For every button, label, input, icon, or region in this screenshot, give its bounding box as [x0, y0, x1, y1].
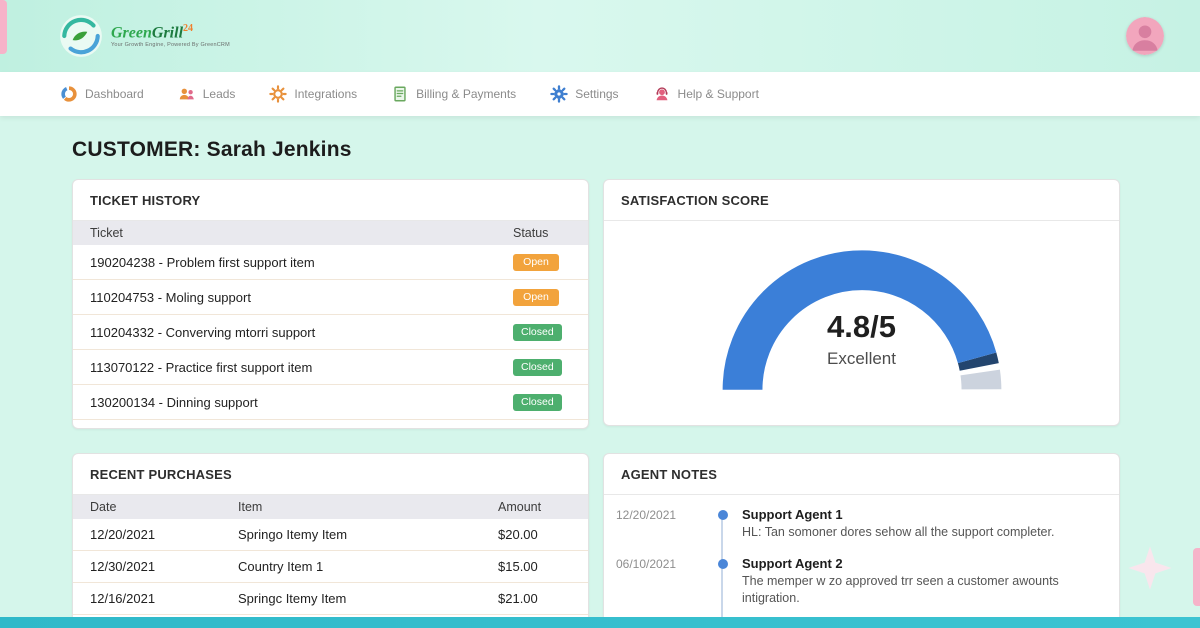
- brand-badge-24: 24: [183, 23, 193, 34]
- nav-dashboard[interactable]: Dashboard: [60, 85, 144, 103]
- agent-note-entry: 06/10/2021 Support Agent 2 The memper w …: [616, 556, 1103, 607]
- leads-icon: [178, 85, 196, 103]
- brand-name-grill: Grill: [152, 24, 183, 41]
- column-header-amount: Amount: [481, 495, 588, 519]
- nav-leads[interactable]: Leads: [178, 85, 236, 103]
- ticket-cell: 110204753 - Moling support: [73, 280, 496, 315]
- integrations-icon: [269, 85, 287, 103]
- status-badge: Open: [513, 254, 559, 272]
- brand-logo-text: GreenGrill24 Your Growth Engine, Powered…: [111, 24, 230, 49]
- nav-label: Leads: [203, 87, 236, 101]
- dashboard-grid: TICKET HISTORY Ticket Status 190204238 -…: [72, 179, 1120, 628]
- settings-icon: [550, 85, 568, 103]
- ticket-row[interactable]: 130200134 - Dinning support Closed: [73, 385, 588, 420]
- dashboard-icon: [60, 85, 78, 103]
- ticket-history-card: TICKET HISTORY Ticket Status 190204238 -…: [72, 179, 589, 429]
- ticket-cell: 113070122 - Practice first support item: [73, 350, 496, 385]
- column-header-status: Status: [496, 221, 588, 245]
- satisfaction-score-title: SATISFACTION SCORE: [604, 180, 1119, 221]
- status-badge: Open: [513, 289, 559, 307]
- user-avatar[interactable]: [1126, 17, 1164, 55]
- purchase-amount: $20.00: [481, 519, 588, 551]
- nav-label: Integrations: [294, 87, 357, 101]
- status-badge: Closed: [513, 359, 562, 377]
- note-date: 12/20/2021: [616, 507, 704, 541]
- ticket-cell: 190204238 - Problem first support item: [73, 245, 496, 280]
- nav-settings[interactable]: Settings: [550, 85, 618, 103]
- purchase-row[interactable]: 12/30/2021 Country Item 1 $15.00: [73, 551, 588, 583]
- nav-label: Dashboard: [85, 87, 144, 101]
- main-nav: Dashboard Leads: [0, 72, 1200, 116]
- pink-edge-accent-right: [1193, 548, 1200, 606]
- main-content: CUSTOMER: Sarah Jenkins TICKET HISTORY T…: [0, 138, 1200, 628]
- app-window: GreenGrill24 Your Growth Engine, Powered…: [0, 0, 1200, 628]
- purchase-date: 12/16/2021: [73, 583, 221, 615]
- brand-name-green: Green: [111, 24, 152, 41]
- gauge-score-label: Excellent: [604, 349, 1119, 369]
- ticket-cell: 130200134 - Dinning support: [73, 385, 496, 420]
- ticket-history-title: TICKET HISTORY: [73, 180, 588, 221]
- nav-label: Settings: [575, 87, 618, 101]
- ticket-row[interactable]: 190204238 - Problem first support item O…: [73, 245, 588, 280]
- timeline-dot: [718, 559, 728, 569]
- gauge-score-value: 4.8/5: [604, 309, 1119, 345]
- purchase-row[interactable]: 12/16/2021 Springc Itemy Item $21.00: [73, 583, 588, 615]
- agent-note-entry: 12/20/2021 Support Agent 1 HL: Tan somon…: [616, 507, 1103, 541]
- help-support-icon: [653, 85, 671, 103]
- note-agent: Support Agent 1: [742, 507, 1103, 522]
- nav-billing-payments[interactable]: Billing & Payments: [391, 85, 516, 103]
- purchase-row[interactable]: 12/20/2021 Springo Itemy Item $20.00: [73, 519, 588, 551]
- ticket-cell: 110204332 - Converving mtorri support: [73, 315, 496, 350]
- purchase-amount: $21.00: [481, 583, 588, 615]
- purchase-item: Springo Itemy Item: [221, 519, 481, 551]
- recent-purchases-table: Date Item Amount 12/20/2021 Springo Item…: [73, 495, 588, 628]
- ticket-history-table: Ticket Status 190204238 - Problem first …: [73, 221, 588, 420]
- brand-logo: GreenGrill24 Your Growth Engine, Powered…: [58, 13, 230, 59]
- agent-notes-timeline: 12/20/2021 Support Agent 1 HL: Tan somon…: [604, 495, 1119, 628]
- recent-purchases-title: RECENT PURCHASES: [73, 454, 588, 495]
- top-bar: GreenGrill24 Your Growth Engine, Powered…: [0, 0, 1200, 72]
- agent-notes-card: AGENT NOTES 12/20/2021 Support Agent 1 H…: [603, 453, 1120, 628]
- brand-tagline: Your Growth Engine, Powered By GreenCRM: [111, 43, 230, 49]
- sparkle-decoration: [1126, 544, 1174, 592]
- status-badge: Closed: [513, 324, 562, 342]
- agent-notes-title: AGENT NOTES: [604, 454, 1119, 495]
- satisfaction-score-card: SATISFACTION SCORE 4.8/5 Excellent: [603, 179, 1120, 426]
- status-badge: Closed: [513, 394, 562, 412]
- user-avatar-icon: [1126, 17, 1164, 55]
- nav-integrations[interactable]: Integrations: [269, 85, 357, 103]
- purchase-date: 12/20/2021: [73, 519, 221, 551]
- ticket-row[interactable]: 113070122 - Practice first support item …: [73, 350, 588, 385]
- purchase-item: Country Item 1: [221, 551, 481, 583]
- note-agent: Support Agent 2: [742, 556, 1103, 571]
- page-title: CUSTOMER: Sarah Jenkins: [72, 138, 1200, 162]
- brand-logo-icon: [58, 13, 104, 59]
- gauge-readout: 4.8/5 Excellent: [604, 309, 1119, 369]
- pink-edge-accent-left: [0, 0, 7, 54]
- nav-label: Billing & Payments: [416, 87, 516, 101]
- purchase-item: Springc Itemy Item: [221, 583, 481, 615]
- column-header-ticket: Ticket: [73, 221, 496, 245]
- nav-help-support[interactable]: Help & Support: [653, 85, 759, 103]
- column-header-item: Item: [221, 495, 481, 519]
- recent-purchases-card: RECENT PURCHASES Date Item Amount 12/20/…: [72, 453, 589, 628]
- satisfaction-gauge: 4.8/5 Excellent: [604, 221, 1119, 425]
- billing-icon: [391, 85, 409, 103]
- note-text: HL: Tan somoner dores sehow all the supp…: [742, 524, 1103, 541]
- column-header-date: Date: [73, 495, 221, 519]
- bottom-accent-bar: [0, 617, 1200, 628]
- purchase-amount: $15.00: [481, 551, 588, 583]
- nav-label: Help & Support: [678, 87, 759, 101]
- purchase-date: 12/30/2021: [73, 551, 221, 583]
- note-text: The memper w zo approved trr seen a cust…: [742, 573, 1103, 607]
- ticket-row[interactable]: 110204332 - Converving mtorri support Cl…: [73, 315, 588, 350]
- timeline-dot: [718, 510, 728, 520]
- ticket-row[interactable]: 110204753 - Moling support Open: [73, 280, 588, 315]
- note-date: 06/10/2021: [616, 556, 704, 607]
